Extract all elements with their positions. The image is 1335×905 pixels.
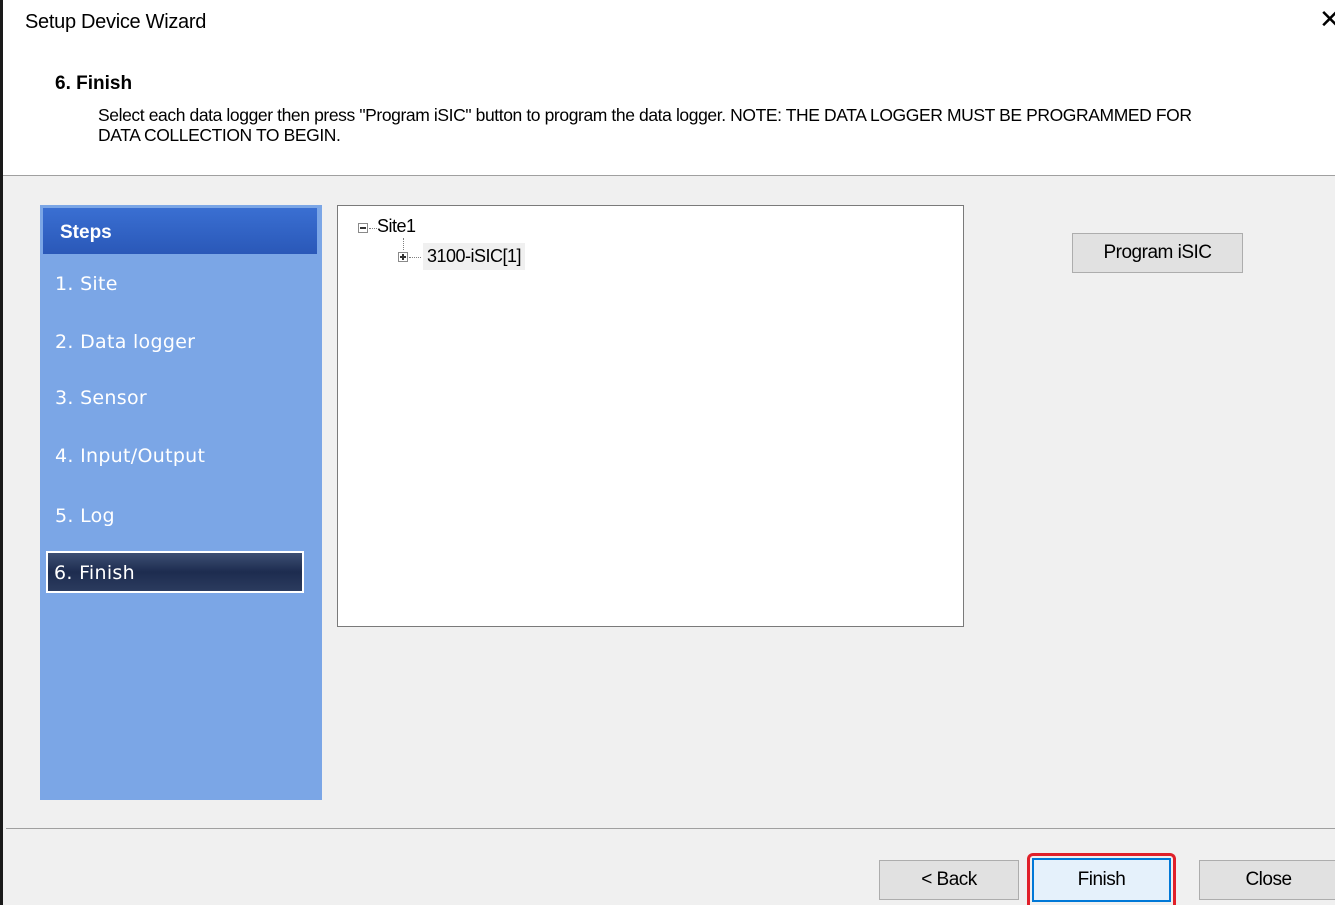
tree-node-site[interactable]: Site1: [377, 216, 416, 237]
step-item-input-output[interactable]: 4. Input/Output: [55, 445, 205, 467]
program-isic-button[interactable]: Program iSIC: [1072, 233, 1243, 273]
back-button-label: < Back: [921, 869, 977, 890]
expand-icon[interactable]: [398, 252, 408, 262]
close-icon[interactable]: ✕: [1319, 6, 1335, 32]
step-item-log[interactable]: 5. Log: [55, 505, 115, 527]
steps-heading-label: Steps: [60, 222, 112, 243]
step-item-finish[interactable]: 6. Finish: [46, 551, 304, 593]
wizard-header: 6. Finish Select each data logger then p…: [3, 48, 1335, 176]
close-button-label: Close: [1245, 869, 1292, 890]
step-title: 6. Finish: [55, 73, 133, 94]
step-item-data-logger[interactable]: 2. Data logger: [55, 331, 195, 353]
back-button[interactable]: < Back: [879, 860, 1019, 900]
finish-button-label: Finish: [1077, 869, 1126, 890]
finish-button[interactable]: Finish: [1032, 858, 1171, 902]
tree-connector-line: [369, 228, 377, 229]
setup-device-wizard-window: Setup Device Wizard ✕ 6. Finish Select e…: [0, 0, 1335, 905]
collapse-icon[interactable]: [358, 223, 368, 233]
step-item-site[interactable]: 1. Site: [55, 273, 118, 295]
step-description: Select each data logger then press "Prog…: [98, 105, 1192, 145]
title-bar: Setup Device Wizard ✕: [3, 0, 1335, 48]
tree-node-data-logger[interactable]: 3100-iSIC[1]: [423, 243, 526, 270]
steps-heading: Steps: [43, 208, 317, 254]
step-item-finish-label: 6. Finish: [54, 562, 135, 584]
close-button[interactable]: Close: [1199, 860, 1335, 900]
step-item-sensor[interactable]: 3. Sensor: [55, 387, 147, 409]
window-title: Setup Device Wizard: [25, 11, 207, 33]
steps-panel: Steps 1. Site 2. Data logger 3. Sensor 4…: [40, 205, 322, 800]
tree-connector-line: [409, 257, 421, 258]
tree-connector-line: [403, 238, 404, 250]
program-isic-button-label: Program iSIC: [1103, 242, 1212, 263]
footer-divider: [6, 828, 1335, 829]
